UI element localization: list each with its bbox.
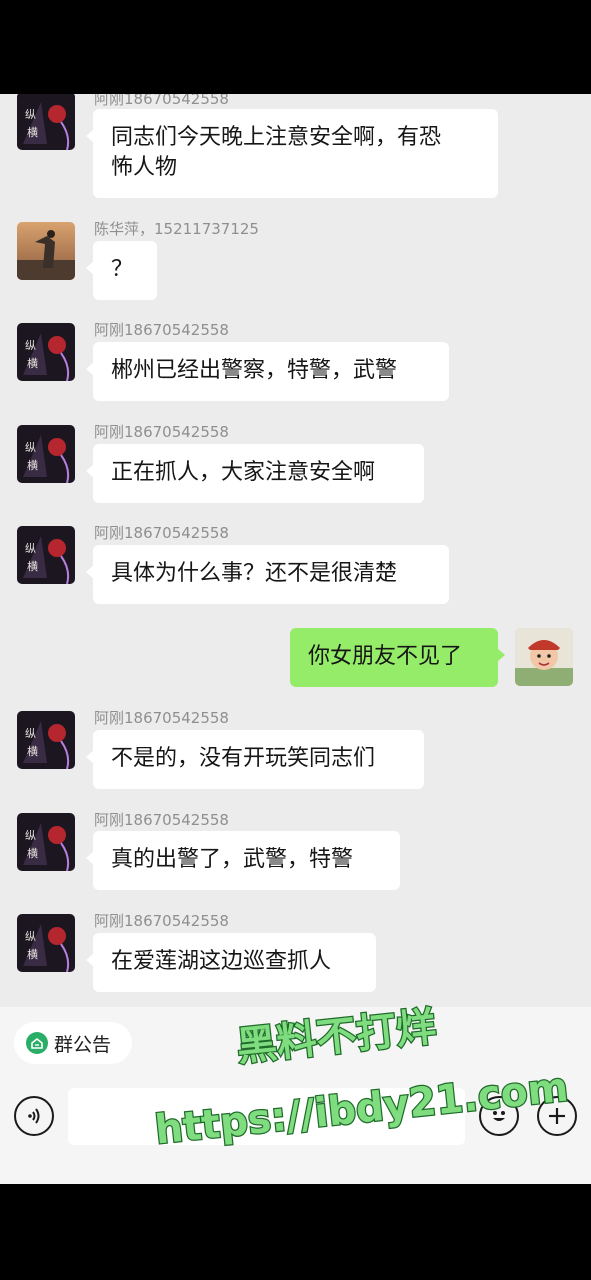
message-line: 郴州已经出警察，特警，武警 (111, 358, 398, 383)
message-input[interactable] (68, 1088, 465, 1145)
sender-name: 阿刚18670542558 (94, 912, 229, 930)
anime-avatar-icon: 纵横 (17, 526, 75, 584)
sender-name: 阿刚18670542558 (94, 94, 229, 108)
anime-avatar-icon: 纵横 (17, 914, 75, 972)
sender-avatar[interactable]: 纵横 (17, 526, 75, 584)
message-bubble[interactable]: 正在抓人，大家注意安全啊 (86, 444, 424, 503)
anime-avatar-icon: 纵横 (17, 425, 75, 483)
message-line: 你女朋友不见了 (308, 644, 463, 669)
photo-avatar-icon (17, 222, 75, 280)
svg-text:横: 横 (27, 744, 38, 758)
message-bubble[interactable]: 在爱莲湖这边巡查抓人 (86, 933, 376, 992)
message-bubble[interactable]: 你女朋友不见了 (290, 628, 505, 687)
sender-avatar[interactable]: 纵横 (17, 914, 75, 972)
svg-text:纵: 纵 (25, 441, 36, 454)
message-line: 在爱莲湖这边巡查抓人 (111, 949, 332, 974)
chat-input-panel: 群公告 (0, 1007, 591, 1184)
message-bubble[interactable]: 同志们今天晚上注意安全啊，有恐 怖人物 (86, 109, 498, 198)
message-bubble[interactable]: ？ (86, 241, 157, 300)
emoji-button[interactable] (479, 1096, 519, 1136)
message-line: 怖人物 (111, 155, 178, 180)
svg-text:横: 横 (27, 947, 38, 961)
anime-avatar-icon: 纵横 (17, 94, 75, 150)
svg-text:横: 横 (27, 559, 38, 573)
sender-name: 阿刚18670542558 (94, 709, 229, 727)
group-notice-button[interactable]: 群公告 (14, 1022, 132, 1064)
sender-name: 阿刚18670542558 (94, 524, 229, 542)
anime-avatar-icon: 纵横 (17, 711, 75, 769)
anime-avatar-icon: 纵横 (17, 323, 75, 381)
sender-avatar[interactable]: 纵横 (17, 711, 75, 769)
message-bubble[interactable]: 具体为什么事？还不是很清楚 (86, 545, 449, 604)
plus-icon (549, 1108, 565, 1124)
anime-avatar-icon: 纵横 (17, 813, 75, 871)
message-line: 真的出警了，武警，特警 (111, 847, 354, 872)
svg-text:纵: 纵 (25, 542, 36, 555)
sender-name: 阿刚18670542558 (94, 321, 229, 339)
sender-avatar[interactable]: 纵横 (17, 425, 75, 483)
voice-icon (28, 1108, 40, 1124)
svg-text:横: 横 (27, 125, 38, 139)
top-black-bar (0, 0, 591, 94)
voice-button[interactable] (14, 1096, 54, 1136)
svg-text:纵: 纵 (25, 727, 36, 740)
message-line: 不是的，没有开玩笑同志们 (111, 746, 376, 771)
svg-text:横: 横 (27, 356, 38, 370)
self-avatar-icon (515, 628, 573, 686)
message-line: 具体为什么事？还不是很清楚 (111, 561, 398, 586)
group-notice-label: 群公告 (54, 1033, 112, 1056)
message-bubble[interactable]: 真的出警了，武警，特警 (86, 831, 400, 890)
svg-text:纵: 纵 (25, 930, 36, 943)
bottom-black-bar (0, 1184, 591, 1280)
self-avatar[interactable] (515, 628, 573, 686)
plus-button[interactable] (537, 1096, 577, 1136)
message-bubble[interactable]: 不是的，没有开玩笑同志们 (86, 730, 424, 789)
sender-avatar[interactable]: 纵横 (17, 323, 75, 381)
sender-avatar[interactable]: 纵横 (17, 94, 75, 150)
sender-avatar[interactable] (17, 222, 75, 280)
message-line: 同志们今天晚上注意安全啊，有恐 (111, 125, 442, 150)
svg-text:横: 横 (27, 846, 38, 860)
message-line: 正在抓人，大家注意安全啊 (111, 460, 376, 485)
sender-name: 阿刚18670542558 (94, 811, 229, 829)
svg-text:纵: 纵 (25, 829, 36, 842)
sender-name: 阿刚18670542558 (94, 423, 229, 441)
svg-text:纵: 纵 (25, 108, 36, 121)
group-notice-icon (26, 1032, 48, 1054)
svg-text:纵: 纵 (25, 339, 36, 352)
emoji-icon (493, 1111, 505, 1121)
message-line: ？ (111, 257, 134, 282)
sender-name: 陈华萍，15211737125 (94, 220, 259, 238)
message-bubble[interactable]: 郴州已经出警察，特警，武警 (86, 342, 449, 401)
svg-text:横: 横 (27, 458, 38, 472)
sender-avatar[interactable]: 纵横 (17, 813, 75, 871)
chat-message-list[interactable]: 纵横 阿刚18670542558 同志们今天晚上注意安全啊，有恐 怖人物 陈华萍… (0, 94, 591, 1007)
